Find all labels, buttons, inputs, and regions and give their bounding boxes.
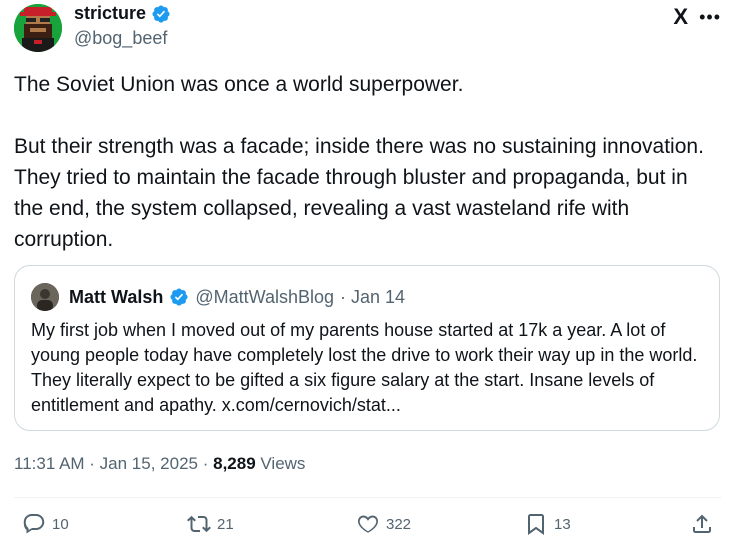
quoted-author-handle[interactable]: @MattWalshBlog bbox=[195, 287, 334, 308]
share-button[interactable] bbox=[690, 512, 714, 536]
top-icons: X ••• bbox=[673, 4, 721, 30]
views-label: Views bbox=[260, 454, 306, 473]
bookmark-icon bbox=[528, 514, 544, 535]
repost-count: 21 bbox=[217, 515, 234, 533]
x-logo-icon[interactable]: X bbox=[673, 4, 688, 30]
quoted-tweet-date[interactable]: · Jan 14 bbox=[340, 287, 405, 308]
quoted-author-name[interactable]: Matt Walsh bbox=[69, 287, 163, 308]
tweet-timestamp[interactable]: 11:31 AM · Jan 15, 2025 · bbox=[14, 454, 208, 473]
views-count: 8,289 bbox=[213, 454, 256, 473]
heart-icon bbox=[357, 515, 379, 533]
quoted-tweet-header: Matt Walsh @MattWalshBlog · Jan 14 bbox=[31, 283, 405, 311]
quoted-author-avatar[interactable] bbox=[31, 283, 59, 311]
like-count: 322 bbox=[386, 515, 412, 533]
action-bar: 10 21 322 13 bbox=[0, 512, 735, 542]
author-handle[interactable]: @bog_beef bbox=[74, 28, 167, 49]
quoted-avatar-photo-icon bbox=[31, 283, 59, 311]
bookmark-count: 13 bbox=[554, 515, 571, 533]
tweet-meta-row: 11:31 AM · Jan 15, 2025 · 8,289 Views bbox=[14, 454, 305, 474]
reply-count: 10 bbox=[52, 515, 69, 533]
author-name-row: stricture bbox=[74, 3, 171, 24]
tweet-paragraph-2: But their strength was a facade; inside … bbox=[14, 135, 704, 251]
more-options-icon[interactable]: ••• bbox=[699, 7, 721, 28]
author-avatar[interactable] bbox=[14, 4, 62, 52]
bookmark-button[interactable]: 13 bbox=[524, 512, 571, 536]
quoted-tweet[interactable]: Matt Walsh @MattWalshBlog · Jan 14 My fi… bbox=[14, 265, 720, 431]
quoted-tweet-text: My first job when I moved out of my pare… bbox=[31, 320, 698, 415]
repost-icon bbox=[187, 515, 211, 533]
author-display-name[interactable]: stricture bbox=[74, 3, 146, 24]
reply-icon bbox=[23, 514, 45, 534]
divider bbox=[14, 497, 721, 498]
share-icon bbox=[693, 514, 711, 533]
verified-badge-icon bbox=[152, 4, 170, 23]
repost-button[interactable]: 21 bbox=[187, 512, 234, 536]
tweet-text: The Soviet Union was once a world superp… bbox=[14, 69, 714, 255]
pixel-art-avatar-icon bbox=[14, 4, 62, 52]
quoted-verified-badge-icon bbox=[170, 288, 188, 306]
tweet-paragraph-1: The Soviet Union was once a world superp… bbox=[14, 73, 464, 96]
reply-button[interactable]: 10 bbox=[22, 512, 69, 536]
like-button[interactable]: 322 bbox=[356, 512, 411, 536]
